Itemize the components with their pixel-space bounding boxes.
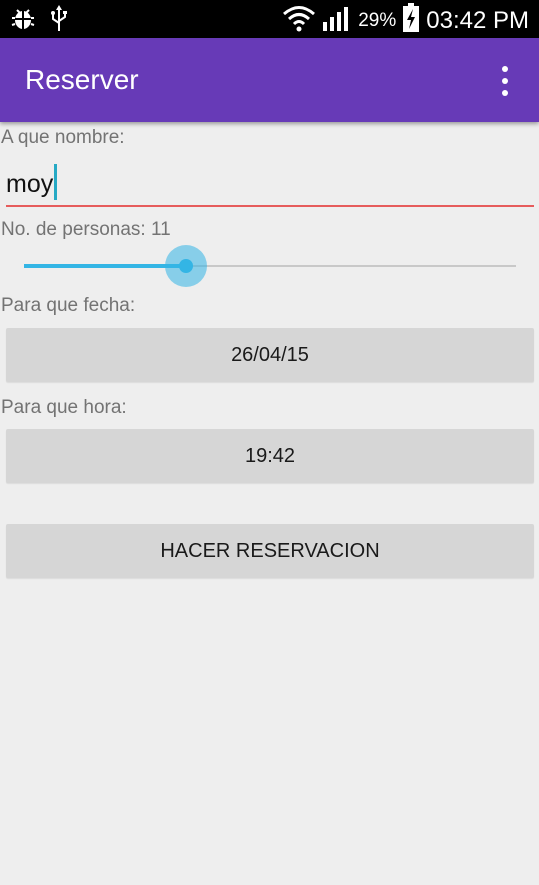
time-label: Para que hora: [1, 397, 127, 418]
date-label: Para que fecha: [1, 295, 136, 316]
status-bar: 29% 03:42 PM [0, 0, 539, 38]
more-vert-icon[interactable] [491, 66, 519, 96]
debug-icon [10, 5, 36, 38]
name-input[interactable]: moy [6, 152, 534, 207]
slider-thumb[interactable] [179, 259, 193, 273]
name-label: A que nombre: [1, 127, 125, 148]
persons-label: No. de personas: 11 [1, 219, 171, 240]
time-button[interactable]: 19:42 [6, 429, 534, 483]
app-bar: Reserver [0, 38, 539, 122]
slider-fill [24, 264, 186, 268]
app-title: Reserver [25, 64, 139, 95]
name-value: moy [6, 170, 54, 198]
persons-slider[interactable] [24, 245, 516, 287]
submit-reservation-button[interactable]: HACER RESERVACION [6, 524, 534, 578]
usb-icon [50, 5, 68, 38]
wifi-icon [282, 4, 316, 37]
battery-charging-icon [402, 3, 420, 38]
signal-icon [322, 4, 352, 37]
date-button[interactable]: 26/04/15 [6, 328, 534, 382]
battery-percent: 29% [358, 9, 397, 31]
clock: 03:42 PM [426, 6, 529, 34]
text-caret [54, 164, 58, 200]
